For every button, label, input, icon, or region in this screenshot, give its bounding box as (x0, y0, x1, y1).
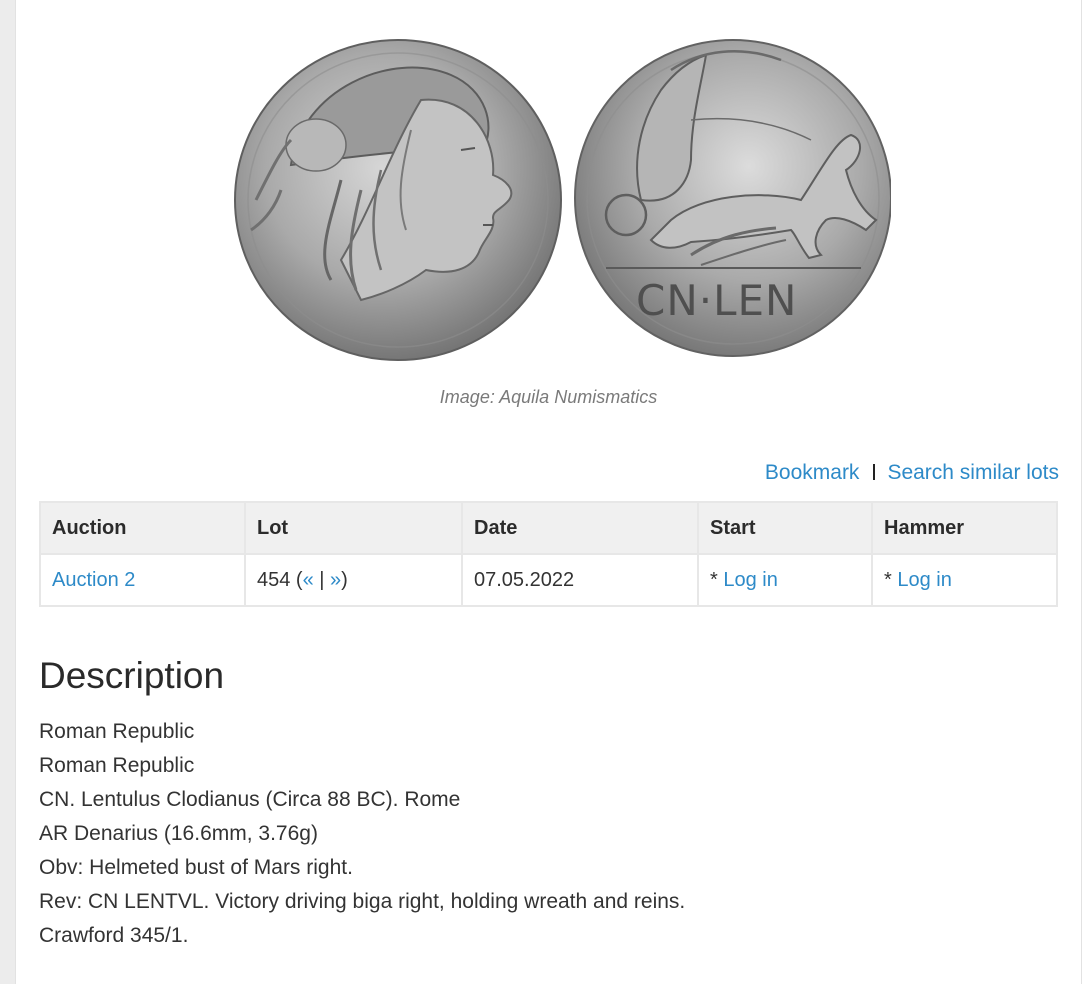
description-body: Roman Republic Roman Republic CN. Lentul… (39, 715, 685, 953)
description-title: Description (39, 655, 225, 696)
table-header-row: Auction Lot Date Start Hammer (39, 501, 1058, 555)
description-line: Obv: Helmeted bust of Mars right. (39, 856, 353, 879)
auction-link[interactable]: Auction 2 (52, 569, 135, 591)
lot-table: Auction Lot Date Start Hammer Auction 2 … (39, 501, 1058, 607)
search-similar-link[interactable]: Search similar lots (887, 461, 1059, 484)
lot-open-paren: ( (290, 568, 303, 591)
description-line: Roman Republic (39, 720, 195, 743)
page: CN·LEN Image: Aquila Numismatics Bookmar… (15, 0, 1082, 984)
header-hammer: Hammer (871, 501, 1058, 555)
cell-lot: 454 (« | ») (244, 553, 463, 607)
previous-lot-link[interactable]: « (303, 569, 314, 591)
coin-images: CN·LEN (221, 30, 891, 370)
table-row: Auction 2 454 (« | ») 07.05.2022 * Log i… (39, 553, 1058, 607)
header-auction: Auction (39, 501, 246, 555)
description-line: Rev: CN LENTVL. Victory driving biga rig… (39, 890, 686, 913)
hammer-prefix: * (884, 568, 898, 591)
hammer-login-link[interactable]: Log in (897, 569, 952, 591)
header-lot: Lot (244, 501, 463, 555)
bookmark-link[interactable]: Bookmark (765, 461, 860, 484)
cell-date: 07.05.2022 (461, 553, 699, 607)
coin-obverse-icon (234, 39, 562, 361)
header-start: Start (697, 501, 873, 555)
description-line: AR Denarius (16.6mm, 3.76g) (39, 822, 318, 845)
description-line: CN. Lentulus Clodianus (Circa 88 BC). Ro… (39, 788, 461, 811)
lot-nav-separator: | (313, 568, 331, 591)
image-caption: Image: Aquila Numismatics (439, 387, 658, 407)
lot-close-paren: ) (341, 568, 348, 591)
start-login-link[interactable]: Log in (723, 569, 778, 591)
cell-hammer: * Log in (871, 553, 1058, 607)
lot-actions: Bookmark Search similar lots (765, 461, 1059, 485)
action-separator (873, 464, 876, 480)
cell-auction: Auction 2 (39, 553, 246, 607)
lot-number: 454 (257, 568, 291, 591)
next-lot-link[interactable]: » (330, 569, 341, 591)
coin-legend: CN·LEN (636, 276, 797, 325)
start-prefix: * (710, 568, 724, 591)
header-date: Date (461, 501, 699, 555)
description-line: Roman Republic (39, 754, 195, 777)
coin-reverse-icon: CN·LEN (574, 39, 891, 357)
cell-start: * Log in (697, 553, 873, 607)
description-line: Crawford 345/1. (39, 924, 189, 947)
